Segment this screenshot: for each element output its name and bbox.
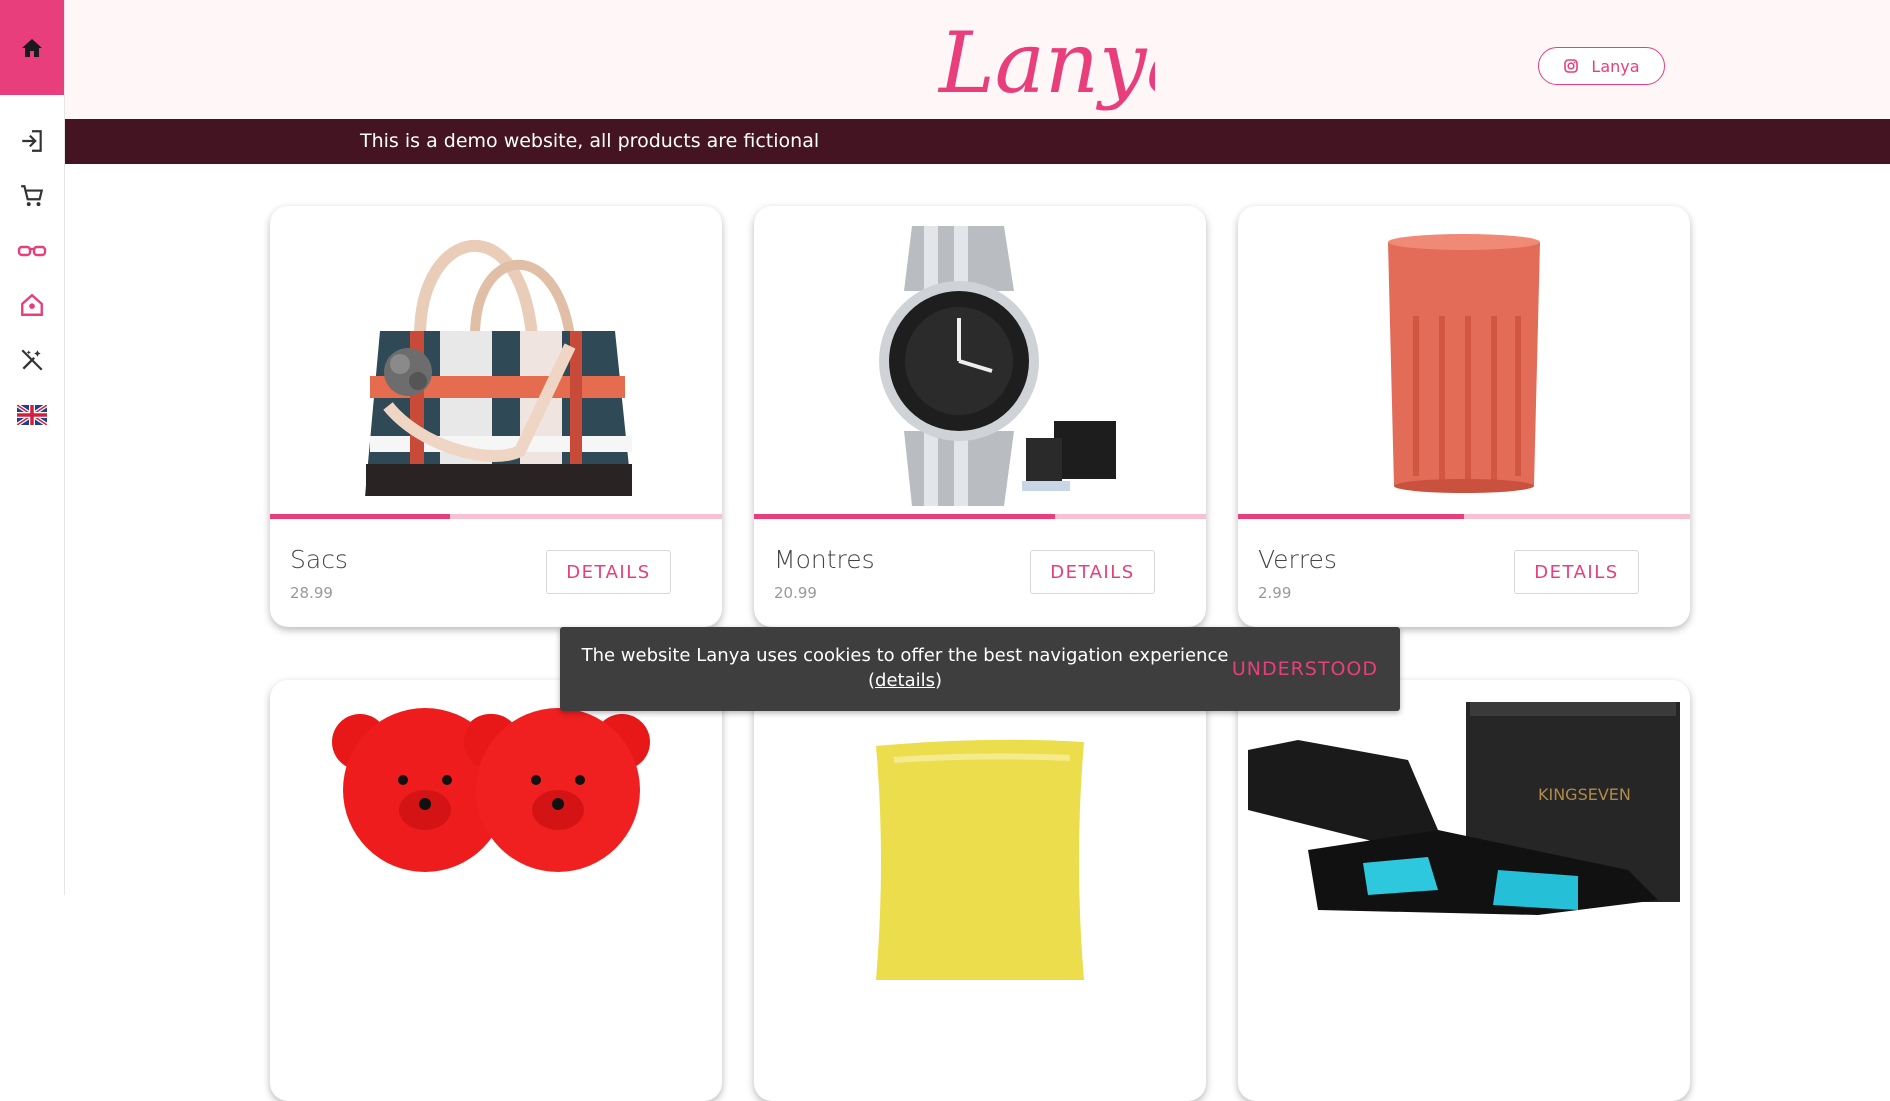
instagram-button[interactable]: Lanya (1538, 47, 1665, 85)
header: Lanya Lanya (65, 0, 1890, 119)
glass-image (1388, 234, 1540, 493)
product-card-bags[interactable]: Sacs 28.99 DETAILS (270, 206, 722, 627)
progress-fill (754, 514, 1055, 519)
product-card-glasses[interactable]: Verres 2.99 DETAILS (1238, 206, 1690, 627)
box-brand-text: KINGSEVEN (1538, 785, 1631, 804)
glasses-icon (17, 245, 47, 257)
product-bar (1238, 514, 1690, 519)
product-bar (270, 514, 722, 519)
login-icon (22, 130, 42, 152)
logo-text: Lanya (937, 14, 1155, 112)
details-button[interactable]: DETAILS (1030, 550, 1155, 594)
instagram-icon (1564, 59, 1579, 73)
product-price: 2.99 (1258, 584, 1292, 602)
cart-icon (21, 185, 44, 207)
handbag-image (365, 239, 632, 496)
sidebar-item-no-magic[interactable] (0, 340, 64, 380)
sidebar-item-language[interactable] (0, 395, 64, 435)
sunglasses-image: KINGSEVEN (1248, 702, 1680, 915)
teddy-slippers-image (332, 708, 650, 872)
no-magic-icon (21, 349, 43, 371)
uk-flag-icon (17, 405, 47, 425)
sidebar-item-cart[interactable] (0, 176, 64, 216)
logo[interactable]: Lanya (935, 4, 1155, 120)
product-image-glass[interactable] (1238, 206, 1690, 511)
product-price: 20.99 (774, 584, 817, 602)
product-bar (754, 514, 1206, 519)
cookie-link-open: ( (867, 670, 876, 691)
cookie-understood-button[interactable]: UNDERSTOOD (1232, 627, 1378, 711)
product-name: Sacs (290, 545, 348, 574)
sidebar-home-button[interactable] (0, 0, 64, 95)
cookie-banner: The website Lanya uses cookies to offer … (560, 627, 1400, 711)
product-price: 28.99 (290, 584, 333, 602)
product-image-teddy[interactable] (270, 680, 722, 985)
sidebar-item-login[interactable] (0, 121, 64, 161)
details-button[interactable]: DETAILS (546, 550, 671, 594)
product-card-teddy[interactable] (270, 680, 722, 1101)
pillow-image (876, 739, 1084, 980)
home-icon (22, 38, 42, 57)
sidebar (0, 0, 65, 895)
watch-image (879, 226, 1116, 506)
house-icon (21, 293, 43, 316)
progress-fill (270, 514, 450, 519)
product-card-pillow[interactable] (754, 680, 1206, 1101)
product-image-sunglasses[interactable]: KINGSEVEN (1238, 680, 1690, 985)
demo-banner: This is a demo website, all products are… (65, 119, 1890, 164)
product-image-bag[interactable] (270, 206, 722, 511)
details-button[interactable]: DETAILS (1514, 550, 1639, 594)
product-card-sunglasses[interactable]: KINGSEVEN (1238, 680, 1690, 1101)
cookie-link-close: ) (934, 670, 943, 691)
sidebar-item-home-decor[interactable] (0, 285, 64, 325)
instagram-label: Lanya (1591, 56, 1640, 76)
product-name: Verres (1258, 545, 1337, 574)
product-card-watches[interactable]: Montres 20.99 DETAILS (754, 206, 1206, 627)
cookie-text: The website Lanya uses cookies to offer … (581, 645, 1229, 666)
cookie-message: The website Lanya uses cookies to offer … (580, 643, 1230, 693)
progress-fill (1238, 514, 1464, 519)
product-image-watch[interactable] (754, 206, 1206, 511)
product-image-pillow[interactable] (754, 680, 1206, 985)
cookie-details-link[interactable]: details (875, 670, 935, 691)
sidebar-item-glasses[interactable] (0, 230, 64, 270)
banner-text: This is a demo website, all products are… (360, 130, 820, 152)
product-name: Montres (774, 545, 875, 574)
